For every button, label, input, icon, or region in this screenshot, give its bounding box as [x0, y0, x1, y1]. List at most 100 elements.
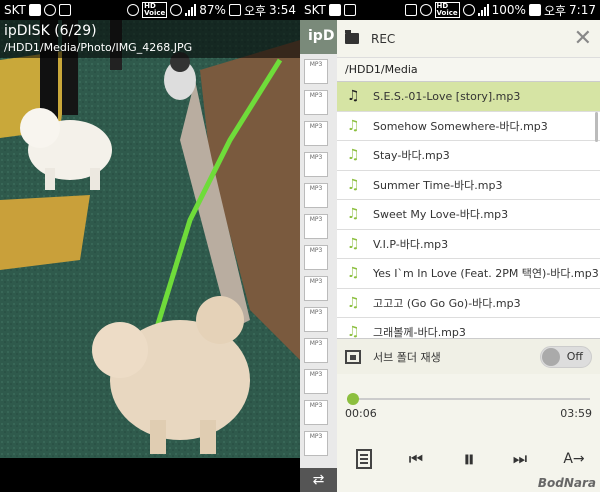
mp3-file-icon: MP3 — [304, 152, 328, 177]
ampm-label: 오후 — [243, 3, 267, 18]
seek-knob[interactable] — [347, 393, 360, 405]
mp3-file-icon: MP3 — [304, 183, 328, 208]
battery-percent: 100% — [491, 3, 526, 17]
repeat-icon: A→ — [563, 451, 585, 467]
background-file-thumb: MP3 — [304, 182, 335, 209]
carrier-label: SKT — [4, 3, 26, 17]
battery-icon — [528, 4, 541, 16]
repeat-button[interactable]: A→ — [563, 446, 585, 472]
music-note-icon: ♫ — [347, 235, 360, 252]
playlist-button[interactable] — [355, 446, 373, 472]
music-note-icon: ♫ — [347, 117, 360, 134]
background-file-list: ipD MP3 MP3 MP3 MP3 MP3 MP3 MP3 MP3 MP3 MP3 MP3 MP3… — [300, 20, 337, 492]
wifi-icon — [462, 4, 475, 16]
mp3-file-icon: MP3 — [304, 400, 328, 425]
alarm-icon — [127, 4, 140, 16]
track-row[interactable]: ♫ 고고고 (Go Go Go)-바다.mp3 — [337, 288, 600, 318]
folder-title: REC — [371, 31, 396, 46]
pause-button[interactable]: ⏸ — [457, 445, 481, 473]
clock: 3:54 — [269, 3, 296, 17]
mp3-file-icon: MP3 — [304, 90, 328, 115]
mp3-file-icon: MP3 — [304, 338, 328, 363]
music-note-icon: ♫ — [347, 176, 360, 193]
hd-voice-icon: HD Voice — [142, 2, 168, 18]
track-row[interactable]: ♫ Stay-바다.mp3 — [337, 141, 600, 171]
mp3-file-icon: MP3 — [304, 369, 328, 394]
sd-card-icon — [404, 4, 417, 16]
subfolder-play-row: 서브 폴더 재생 Off — [337, 338, 600, 374]
list-scrollbar[interactable] — [595, 112, 598, 142]
swap-icon[interactable]: ⇄ — [300, 468, 337, 492]
folder-icon — [345, 30, 359, 44]
track-row[interactable]: ♫ Yes I`m In Love (Feat. 2PM 택연)-바다.mp3 — [337, 259, 600, 289]
subfolder-icon — [345, 349, 361, 364]
right-status-bar: SKT HD Voice 100% 오후 7:17 — [300, 0, 600, 20]
background-file-thumb: MP3 — [304, 120, 335, 147]
background-file-thumb: MP3 — [304, 151, 335, 178]
current-path: /HDD1/Media — [337, 58, 600, 82]
background-app-title: ipD — [300, 20, 337, 54]
alarm-icon — [419, 4, 432, 16]
background-file-thumb: MP3 — [304, 244, 335, 271]
previous-button[interactable]: ⏮ — [405, 446, 427, 472]
viewer-title-bar: ipDISK (6/29) /HDD1/Media/Photo/IMG_4268… — [0, 20, 300, 58]
viewer-bottom-bar — [0, 458, 300, 492]
track-label: Summer Time-바다.mp3 — [373, 178, 503, 192]
back-notification-icon — [28, 4, 41, 16]
track-row[interactable]: ♫ S.E.S.-01-Love [story].mp3 — [337, 82, 600, 112]
viewer-path: /HDD1/Media/Photo/IMG_4268.JPG — [4, 41, 193, 54]
carrier-label: SKT — [304, 3, 326, 17]
back-notification-icon — [328, 4, 341, 16]
mp3-file-icon: MP3 — [304, 59, 328, 84]
track-row[interactable]: ♫ V.I.P-바다.mp3 — [337, 229, 600, 259]
background-file-thumb: MP3 — [304, 306, 335, 333]
track-row[interactable]: ♫ 그래볼께-바다.mp3 — [337, 318, 600, 338]
subfolder-toggle[interactable]: Off — [540, 345, 592, 368]
music-note-icon: ♫ — [347, 147, 360, 164]
previous-icon: ⏮ — [408, 449, 424, 468]
music-note-icon: ♫ — [347, 88, 360, 105]
track-row[interactable]: ♫ Sweet My Love-바다.mp3 — [337, 200, 600, 230]
clock: 7:17 — [569, 3, 596, 17]
track-list: ♫ S.E.S.-01-Love [story].mp3 ♫ Somehow Some… — [337, 82, 600, 338]
next-icon: ⏭ — [512, 449, 528, 468]
track-row[interactable]: ♫ Summer Time-바다.mp3 — [337, 170, 600, 200]
mp3-file-icon: MP3 — [304, 431, 328, 456]
subfolder-label: 서브 폴더 재생 — [373, 350, 441, 364]
track-label: 그래볼께-바다.mp3 — [373, 326, 466, 338]
background-file-thumb: MP3 — [304, 58, 335, 85]
sd-card-icon — [58, 4, 71, 16]
toggle-knob — [542, 347, 560, 366]
battery-percent: 87% — [199, 3, 226, 17]
battery-icon — [228, 4, 241, 16]
seek-bar[interactable] — [347, 393, 590, 405]
total-time: 03:59 — [560, 407, 592, 420]
mp3-file-icon: MP3 — [304, 307, 328, 332]
track-row[interactable]: ♫ Somehow Somewhere-바다.mp3 — [337, 111, 600, 141]
signal-icon — [185, 4, 197, 16]
pause-icon: ⏸ — [463, 445, 475, 473]
player-controls: 00:06 03:59 ⏮ ⏸ ⏭ A→ — [337, 374, 600, 492]
music-note-icon: ♫ — [347, 294, 360, 311]
wifi-icon — [170, 4, 183, 16]
background-file-thumb: MP3 — [304, 368, 335, 395]
cat-notification-icon — [343, 4, 356, 16]
track-label: Somehow Somewhere-바다.mp3 — [373, 119, 548, 133]
track-label: Yes I`m In Love (Feat. 2PM 택연)-바다.mp3 — [373, 267, 599, 281]
next-button[interactable]: ⏭ — [509, 446, 531, 472]
track-label: Sweet My Love-바다.mp3 — [373, 208, 509, 222]
photo-image[interactable] — [0, 20, 300, 458]
music-note-icon: ♫ — [347, 206, 360, 223]
alert-notification-icon — [43, 4, 56, 16]
background-file-thumb: MP3 — [304, 89, 335, 116]
track-label: 고고고 (Go Go Go)-바다.mp3 — [373, 296, 521, 310]
background-file-thumb: MP3 — [304, 275, 335, 302]
viewer-title: ipDISK (6/29) — [4, 23, 97, 39]
background-file-thumb: MP3 — [304, 337, 335, 364]
close-icon[interactable]: ✕ — [574, 27, 592, 49]
photo-viewer-panel: SKT HD Voice 87% 오후 3:54 ipDISK (6/29) /… — [0, 0, 300, 492]
background-file-thumb: MP3 — [304, 430, 335, 457]
music-player-dialog: REC ✕ /HDD1/Media ♫ S.E.S.-01-Love [story… — [337, 0, 600, 492]
mp3-file-icon: MP3 — [304, 214, 328, 239]
track-label: Stay-바다.mp3 — [373, 149, 450, 163]
